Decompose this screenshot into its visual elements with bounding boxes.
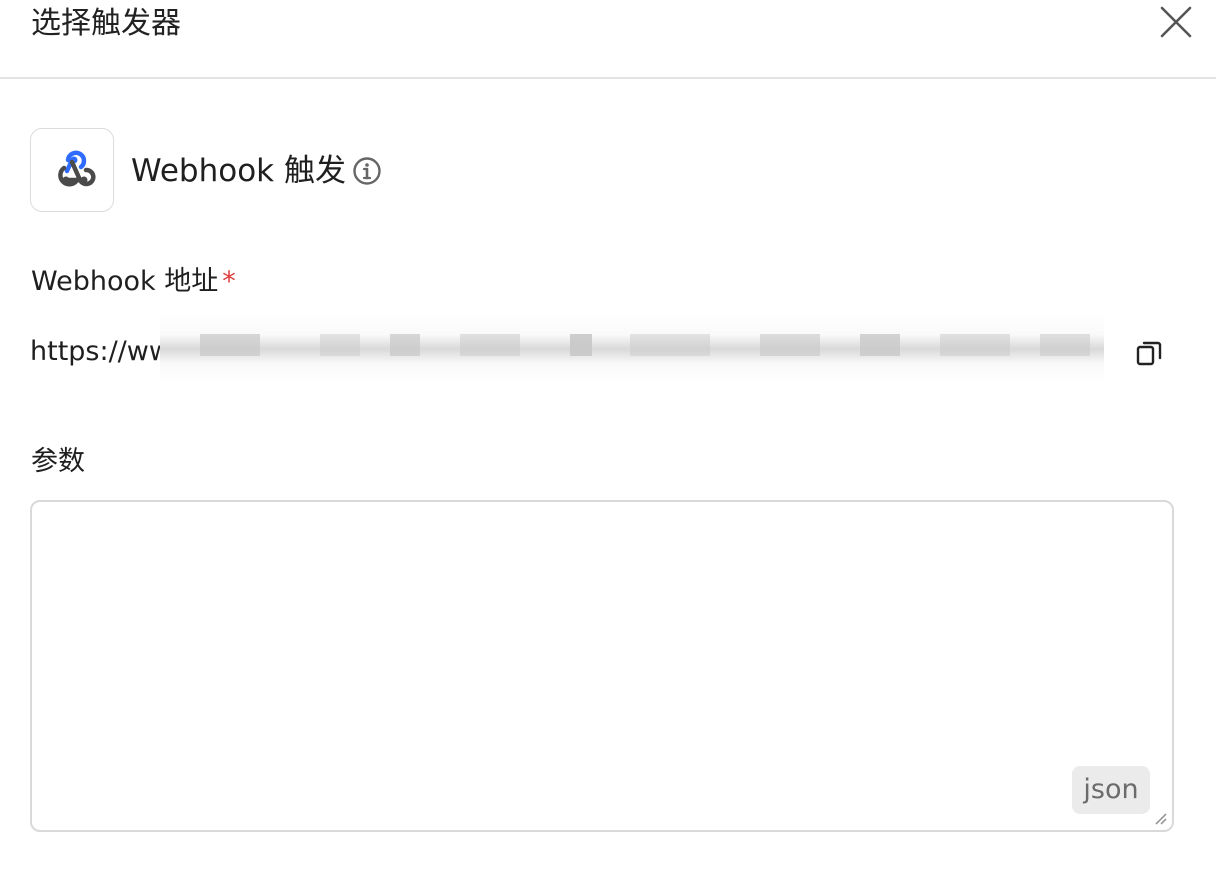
info-icon[interactable]: [352, 156, 382, 186]
trigger-icon-box: [30, 128, 114, 212]
required-mark: *: [222, 266, 236, 297]
params-editor[interactable]: json: [30, 500, 1174, 832]
copy-icon: [1136, 341, 1162, 366]
params-label: 参数: [31, 446, 85, 477]
close-icon: [1160, 6, 1192, 38]
webhook-url-redacted: [160, 312, 1104, 386]
copy-button[interactable]: [1134, 338, 1164, 368]
webhook-url-label: Webhook 地址 *: [31, 264, 236, 300]
webhook-url-value[interactable]: https://ww: [30, 332, 171, 372]
dialog-title: 选择触发器: [31, 6, 181, 41]
resize-handle-icon[interactable]: [1152, 810, 1168, 826]
close-button[interactable]: [1156, 2, 1196, 42]
params-textarea[interactable]: [32, 502, 1172, 830]
webhook-url-row: https://ww: [30, 312, 1170, 386]
json-format-tag: json: [1072, 766, 1150, 814]
dialog-header: 选择触发器: [0, 0, 1216, 79]
webhook-icon: [58, 150, 96, 187]
trigger-name: Webhook 触发: [131, 153, 346, 189]
webhook-url-label-text: Webhook 地址: [31, 266, 219, 297]
